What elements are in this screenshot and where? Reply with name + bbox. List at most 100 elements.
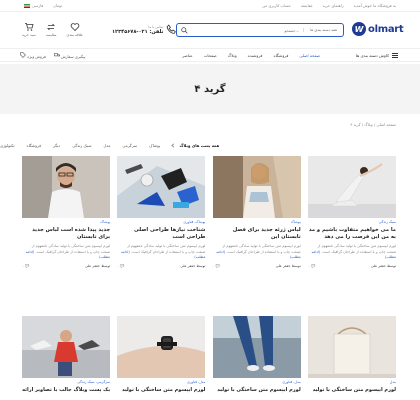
nav-item-elements[interactable]: عناصر bbox=[182, 53, 192, 58]
post-author: توسط جعفر علی bbox=[371, 263, 396, 268]
breadcrumb[interactable]: صفحه اصلی / وبلاگ / گرید ۴ bbox=[350, 122, 396, 127]
post-footer: توسط جعفر علی 💬 ۰ bbox=[308, 264, 396, 268]
blog-grid-row-2: مدل لورم ایپسوم متن ساختگی با تولید مدل،… bbox=[22, 316, 396, 400]
post-comments[interactable]: 💬 ۰ bbox=[308, 264, 315, 268]
topbar-link-compare[interactable]: مقایسه bbox=[301, 3, 313, 8]
post-category[interactable]: مدل، فناوری bbox=[117, 380, 205, 385]
truck-icon bbox=[53, 52, 60, 56]
nav-left-links: فروش ویژه پیگیری سفارش bbox=[20, 51, 85, 59]
post-comments[interactable]: 💬 ۰ bbox=[213, 264, 220, 268]
blog-card[interactable]: مدل، فناوری لورم ایپسوم متن ساختگی با تو… bbox=[212, 316, 301, 400]
filter-clothing[interactable]: پوشاک bbox=[149, 143, 160, 148]
post-title[interactable]: لورم ایپسوم متن ساختگی با تولید bbox=[213, 387, 300, 394]
post-title[interactable]: لباس ژرئه جدید برای فصل تابستان این bbox=[213, 227, 301, 241]
nav-item-vendor[interactable]: فروشنده bbox=[248, 53, 263, 58]
post-image[interactable] bbox=[212, 156, 301, 218]
post-title[interactable]: ما می خواهیم متفاوت باشیم و مد به من این… bbox=[308, 227, 396, 241]
filter-technology[interactable]: تکنولوژی bbox=[0, 143, 15, 148]
post-comments[interactable]: 💬 ۰ bbox=[117, 264, 124, 268]
header-actions: سبد خرید مقایسه علاقه مندی bbox=[22, 22, 83, 37]
filter-entertainment[interactable]: سرگرمی bbox=[122, 143, 137, 148]
post-title[interactable]: جدید پیدا شده است لباس جدید برای تابستان bbox=[22, 227, 110, 241]
post-title[interactable]: یک پست وبلاگ جالب با تصاویر ارائه bbox=[22, 387, 110, 394]
search-button[interactable] bbox=[177, 24, 191, 36]
blog-card[interactable]: مدل، فناوری لورم ایپسوم متن ساختگی با تو… bbox=[117, 316, 206, 400]
search-input[interactable] bbox=[191, 27, 304, 33]
site-header: سبد خرید مقایسه علاقه مندی تماس با ما تل… bbox=[0, 14, 420, 46]
iran-flag-icon bbox=[24, 4, 30, 8]
tag-icon bbox=[20, 51, 26, 58]
filter-other[interactable]: دیگر bbox=[53, 143, 60, 148]
topbar-left: فارسی تومان bbox=[24, 3, 62, 8]
compare-button[interactable]: مقایسه bbox=[46, 22, 57, 37]
post-title[interactable]: لورم ایپسوم متن ساختگی با تولید bbox=[308, 387, 396, 394]
nav-item-home[interactable]: صفحه اصلی bbox=[299, 53, 320, 58]
post-category[interactable]: پوشاک bbox=[213, 220, 301, 225]
filter-lifestyle[interactable]: سبک زندگی bbox=[72, 143, 91, 148]
logo-mark: W bbox=[352, 22, 366, 36]
main-nav: فروش ویژه پیگیری سفارش صفحه اصلی فروشگاه… bbox=[0, 48, 420, 62]
post-excerpt: لورم ایپسوم متن ساختگی با تولید سادگی نا… bbox=[216, 244, 301, 260]
post-excerpt: لورم ایپسوم متن ساختگی با تولید سادگی نا… bbox=[25, 244, 111, 260]
post-category[interactable]: سبک زندگی bbox=[308, 220, 396, 225]
post-author: توسط جعفر علی bbox=[275, 263, 301, 268]
compare-icon bbox=[47, 23, 56, 31]
filter-model[interactable]: مدل bbox=[103, 143, 110, 148]
blog-category-filters: همه پست های وبلاگ پوشاک سرگرمی مدل سبک ز… bbox=[0, 139, 420, 151]
post-footer: توسط جعفر علی 💬 ۰ bbox=[117, 264, 205, 268]
post-category[interactable]: پوشاک bbox=[22, 220, 110, 225]
blog-card[interactable]: پوشاک جدید پیدا شده است لباس جدید برای ت… bbox=[22, 156, 111, 316]
site-logo[interactable]: W olmart bbox=[352, 22, 404, 36]
cart-button[interactable]: سبد خرید bbox=[22, 22, 36, 37]
language-select[interactable]: فارسی bbox=[24, 3, 43, 8]
search-category-select[interactable]: همه دسته بندی ها bbox=[303, 28, 343, 32]
logo-text: olmart bbox=[368, 23, 404, 35]
topbar-promo: به فروشگاه ما خوش آمدید bbox=[353, 3, 396, 8]
blog-grid: سبک زندگی ما می خواهیم متفاوت باشیم و مد… bbox=[22, 156, 396, 316]
post-image[interactable] bbox=[22, 316, 111, 378]
nav-item-pages[interactable]: صفحات bbox=[204, 53, 217, 58]
nav-item-blog[interactable]: وبلاگ bbox=[228, 53, 237, 58]
phone-number: تلفن: ۰۲۱-۱۲۳۴۵۶۷۸ bbox=[112, 28, 164, 35]
heart-icon bbox=[70, 23, 80, 32]
search-icon bbox=[180, 26, 188, 34]
post-footer: توسط جعفر علی 💬 ۰ bbox=[22, 264, 110, 268]
post-category[interactable]: پوشاک، فناوری bbox=[117, 220, 205, 225]
blog-card[interactable]: مدل لورم ایپسوم متن ساختگی با تولید bbox=[308, 316, 396, 400]
post-footer: توسط جعفر علی 💬 ۰ bbox=[213, 264, 301, 268]
nav-sale-link[interactable]: فروش ویژه bbox=[20, 51, 46, 59]
post-author: توسط جعفر علی bbox=[85, 263, 111, 268]
post-category[interactable]: مدل، فناوری bbox=[213, 380, 300, 385]
contact-phone[interactable]: تماس با ما تلفن: ۰۲۱-۱۲۳۴۵۶۷۸ bbox=[112, 24, 177, 35]
blog-card[interactable]: سرگرمی، سبک زندگی یک پست وبلاگ جالب با ت… bbox=[22, 316, 111, 400]
page-hero: گرید ۴ bbox=[0, 64, 420, 114]
post-title[interactable]: لورم ایپسوم متن ساختگی با تولید bbox=[117, 387, 205, 394]
filter-all[interactable]: همه پست های وبلاگ bbox=[171, 143, 219, 148]
nav-item-shop[interactable]: فروشگاه bbox=[273, 53, 288, 58]
nav-track-order-link[interactable]: پیگیری سفارش bbox=[53, 52, 85, 59]
post-excerpt: لورم ایپسوم متن ساختگی با تولید سادگی نا… bbox=[120, 244, 206, 260]
post-title[interactable]: شناخت نیازها طراحی اصلی طراحی است bbox=[117, 227, 205, 241]
post-category[interactable]: مدل bbox=[308, 380, 396, 385]
post-image[interactable] bbox=[117, 316, 206, 378]
wishlist-button[interactable]: علاقه مندی bbox=[67, 22, 83, 37]
post-image[interactable] bbox=[22, 156, 111, 218]
post-image[interactable] bbox=[212, 316, 301, 378]
blog-card[interactable]: سبک زندگی ما می خواهیم متفاوت باشیم و مد… bbox=[308, 156, 396, 316]
blog-card[interactable]: پوشاک، فناوری شناخت نیازها طراحی اصلی طر… bbox=[117, 156, 206, 316]
top-bar: فارسی تومان حساب کاربری من مقایسه راهنما… bbox=[0, 0, 420, 12]
post-excerpt: لورم ایپسوم متن ساختگی با تولید سادگی نا… bbox=[311, 244, 397, 260]
hamburger-icon bbox=[392, 52, 398, 58]
filter-shop[interactable]: فروشگاه bbox=[27, 143, 42, 148]
topbar-link-account[interactable]: حساب کاربری من bbox=[262, 3, 291, 8]
topbar-link-guide[interactable]: راهنمای خرید bbox=[323, 3, 344, 8]
currency-select[interactable]: تومان bbox=[53, 3, 62, 8]
browse-categories-button[interactable]: کاوش دسته بندی ها bbox=[356, 52, 398, 58]
topbar-right: حساب کاربری من مقایسه راهنمای خرید به فر… bbox=[262, 3, 396, 8]
post-category[interactable]: سرگرمی، سبک زندگی bbox=[22, 380, 110, 385]
post-image[interactable] bbox=[308, 156, 396, 218]
post-comments[interactable]: 💬 ۰ bbox=[22, 264, 29, 268]
blog-card[interactable]: پوشاک لباس ژرئه جدید برای فصل تابستان ای… bbox=[212, 156, 301, 316]
post-image[interactable] bbox=[308, 316, 396, 378]
post-image[interactable] bbox=[117, 156, 206, 218]
